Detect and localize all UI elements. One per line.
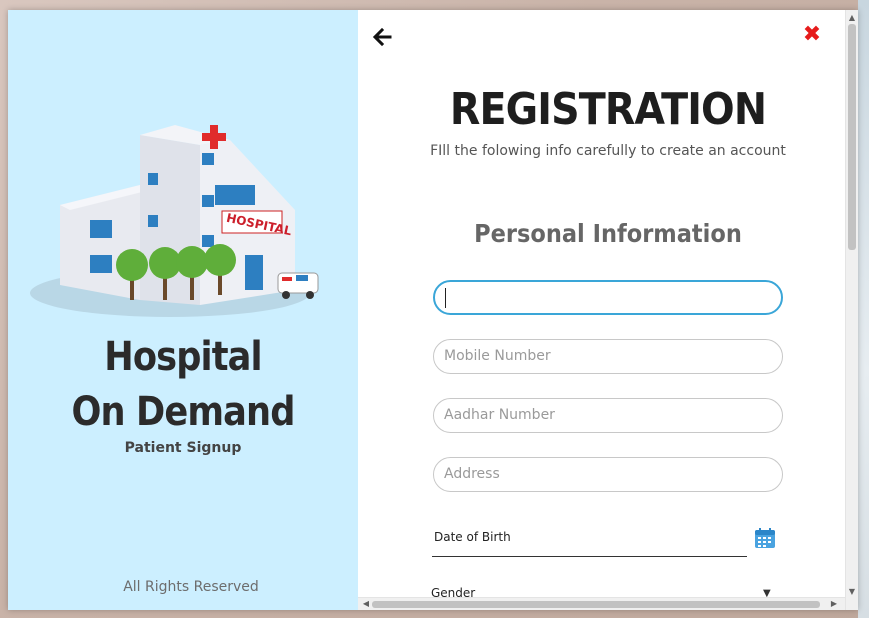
- calendar-icon[interactable]: [754, 527, 776, 549]
- mobile-number-field[interactable]: Mobile Number: [433, 339, 783, 374]
- aadhar-number-field[interactable]: Aadhar Number: [433, 398, 783, 433]
- vertical-scrollbar[interactable]: ▲ ▼: [845, 10, 858, 610]
- date-of-birth-field[interactable]: Date of Birth: [434, 530, 511, 544]
- horizontal-scroll-thumb[interactable]: [372, 601, 820, 608]
- scroll-up-icon[interactable]: ▲: [846, 12, 858, 24]
- text-caret: [445, 288, 446, 308]
- brand-title-line1: Hospital: [104, 334, 262, 380]
- brand-subtitle: Patient Signup: [124, 440, 242, 456]
- name-field[interactable]: [433, 280, 783, 315]
- scroll-right-icon[interactable]: ▶: [828, 598, 840, 610]
- scroll-down-icon[interactable]: ▼: [846, 586, 858, 598]
- close-icon[interactable]: ✖: [800, 23, 824, 47]
- registration-panel: ✖ REGISTRATION FIll the folowing info ca…: [358, 10, 858, 610]
- horizontal-scrollbar[interactable]: ◀ ▶: [358, 597, 845, 610]
- page-title: REGISTRATION: [449, 84, 767, 135]
- desktop-background: [858, 0, 869, 618]
- footer-text: All Rights Reserved: [123, 579, 259, 595]
- arrow-left-icon[interactable]: [370, 25, 394, 49]
- hospital-illustration: HOSPITAL: [30, 125, 319, 317]
- page-subtitle: FIll the folowing info carefully to crea…: [430, 143, 786, 159]
- address-field[interactable]: Address: [433, 457, 783, 492]
- mobile-number-placeholder: Mobile Number: [444, 348, 551, 364]
- brand-title-line2: On Demand: [71, 389, 295, 435]
- signup-window: HOSPITAL Hospital On Demand Patient Sign…: [8, 10, 858, 610]
- vertical-scroll-thumb[interactable]: [848, 24, 856, 250]
- scroll-left-icon[interactable]: ◀: [360, 598, 372, 610]
- date-of-birth-underline: [432, 556, 747, 557]
- address-placeholder: Address: [444, 466, 500, 482]
- brand-panel: HOSPITAL Hospital On Demand Patient Sign…: [8, 10, 358, 610]
- section-title: Personal Information: [474, 219, 742, 248]
- aadhar-number-placeholder: Aadhar Number: [444, 407, 555, 423]
